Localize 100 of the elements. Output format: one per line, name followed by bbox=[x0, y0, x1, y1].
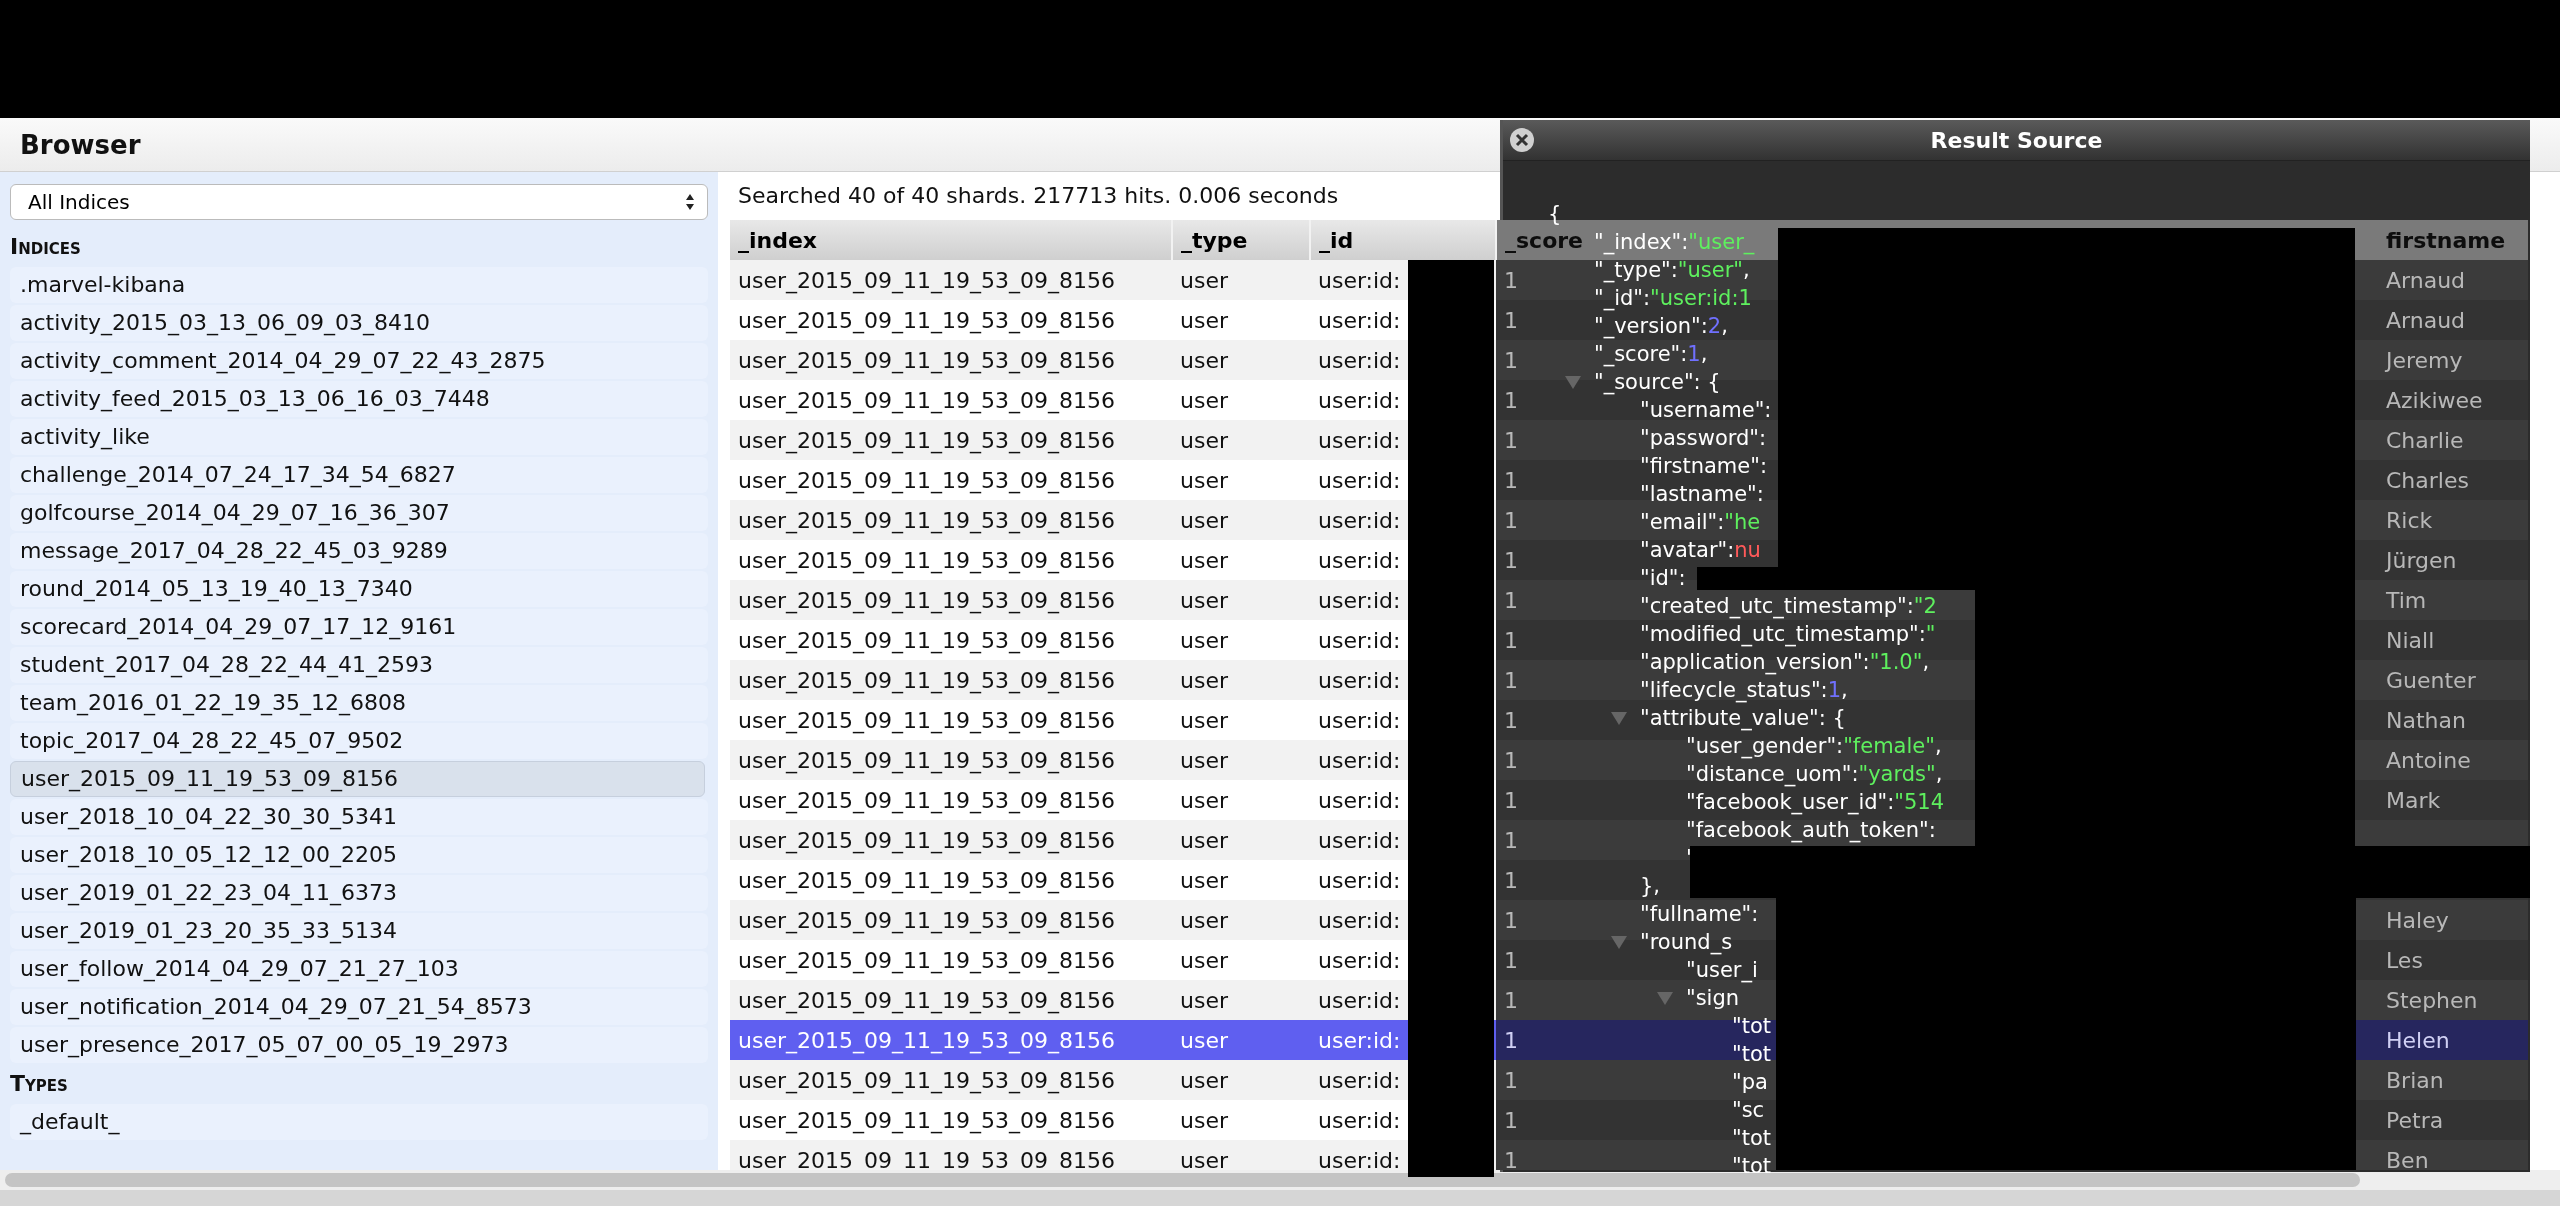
column-header[interactable]: _id bbox=[1310, 220, 1496, 260]
index-item[interactable]: user_2018_10_04_22_30_30_5341 bbox=[10, 799, 708, 835]
table-cell[interactable]: user_2015_09_11_19_53_09_8156 bbox=[730, 660, 1172, 700]
index-item[interactable]: user_2015_09_11_19_53_09_8156 bbox=[10, 761, 705, 797]
table-cell: user:id: bbox=[1310, 540, 1496, 580]
table-cell: Azikiwee bbox=[2378, 380, 2528, 420]
json-line: "distance_uom":"yards", bbox=[1686, 762, 1943, 786]
json-line: "lastname": bbox=[1640, 482, 1764, 506]
table-cell[interactable]: user_2015_09_11_19_53_09_8156 bbox=[730, 620, 1172, 660]
table-cell: Nathan bbox=[2378, 700, 2528, 740]
table-cell[interactable]: user_2015_09_11_19_53_09_8156 bbox=[730, 580, 1172, 620]
table-cell: user bbox=[1172, 620, 1310, 660]
json-line: "_id":"user:id:1 bbox=[1594, 286, 1752, 310]
table-cell[interactable]: user_2015_09_11_19_53_09_8156 bbox=[730, 860, 1172, 900]
expand-triangle-icon[interactable] bbox=[1610, 710, 1628, 726]
table-cell: Arnaud bbox=[2378, 260, 2528, 300]
table-cell: Mark bbox=[2378, 780, 2528, 820]
index-item[interactable]: round_2014_05_13_19_40_13_7340 bbox=[10, 571, 708, 607]
table-cell: 1 bbox=[1496, 1060, 1584, 1100]
index-item[interactable]: user_notification_2014_04_29_07_21_54_8573 bbox=[10, 989, 708, 1025]
table-cell[interactable]: user_2015_09_11_19_53_09_8156 bbox=[730, 1100, 1172, 1140]
json-line: "created_utc_timestamp":"2 bbox=[1640, 594, 1937, 618]
json-line: "tot bbox=[1732, 1126, 1771, 1150]
index-item[interactable]: .marvel-kibana bbox=[10, 267, 708, 303]
index-item[interactable]: team_2016_01_22_19_35_12_6808 bbox=[10, 685, 708, 721]
json-line: "user_i bbox=[1686, 958, 1758, 982]
table-cell[interactable]: user_2015_09_11_19_53_09_8156 bbox=[730, 260, 1172, 300]
index-item[interactable]: message_2017_04_28_22_45_03_9289 bbox=[10, 533, 708, 569]
table-cell: user bbox=[1172, 380, 1310, 420]
column-header[interactable]: firstname bbox=[2378, 220, 2528, 260]
index-item[interactable]: student_2017_04_28_22_44_41_2593 bbox=[10, 647, 708, 683]
table-cell: user bbox=[1172, 300, 1310, 340]
table-cell[interactable]: user_2015_09_11_19_53_09_8156 bbox=[730, 340, 1172, 380]
index-item[interactable]: scorecard_2014_04_29_07_17_12_9161 bbox=[10, 609, 708, 645]
table-cell: 1 bbox=[1496, 980, 1584, 1020]
table-cell[interactable]: user_2015_09_11_19_53_09_8156 bbox=[730, 1060, 1172, 1100]
table-cell: user bbox=[1172, 1100, 1310, 1140]
index-item[interactable]: topic_2017_04_28_22_45_07_9502 bbox=[10, 723, 708, 759]
json-line: "_type":"user", bbox=[1594, 258, 1750, 282]
index-item[interactable]: user_presence_2017_05_07_00_05_19_2973 bbox=[10, 1027, 708, 1063]
close-icon[interactable] bbox=[1509, 127, 1535, 153]
index-item[interactable]: user_2018_10_05_12_12_00_2205 bbox=[10, 837, 708, 873]
index-item[interactable]: activity_like bbox=[10, 419, 708, 455]
table-cell[interactable]: user_2015_09_11_19_53_09_8156 bbox=[730, 1020, 1172, 1060]
expand-triangle-icon[interactable] bbox=[1656, 990, 1674, 1006]
table-cell: user bbox=[1172, 980, 1310, 1020]
json-line: "application_version":"1.0", bbox=[1640, 650, 1930, 674]
table-cell[interactable]: user_2015_09_11_19_53_09_8156 bbox=[730, 900, 1172, 940]
table-cell: user bbox=[1172, 1020, 1310, 1060]
table-cell: 1 bbox=[1496, 340, 1584, 380]
table-cell[interactable]: user_2015_09_11_19_53_09_8156 bbox=[730, 300, 1172, 340]
table-cell: user:id: bbox=[1310, 780, 1496, 820]
index-item[interactable]: user_2019_01_23_20_35_33_5134 bbox=[10, 913, 708, 949]
table-cell[interactable]: user_2015_09_11_19_53_09_8156 bbox=[730, 700, 1172, 740]
json-line: "fullname": bbox=[1640, 902, 1759, 926]
table-cell[interactable]: user_2015_09_11_19_53_09_8156 bbox=[730, 820, 1172, 860]
index-item[interactable]: _default_ bbox=[10, 1104, 708, 1140]
expand-triangle-icon[interactable] bbox=[1610, 934, 1628, 950]
table-cell: 1 bbox=[1496, 580, 1584, 620]
table-cell: user bbox=[1172, 1140, 1310, 1170]
table-cell[interactable]: user_2015_09_11_19_53_09_8156 bbox=[730, 740, 1172, 780]
index-select[interactable]: All Indices bbox=[10, 184, 708, 220]
table-cell[interactable]: user_2015_09_11_19_53_09_8156 bbox=[730, 420, 1172, 460]
column-header[interactable]: _type bbox=[1172, 220, 1310, 260]
table-cell: Stephen bbox=[2378, 980, 2528, 1020]
index-item[interactable]: activity_feed_2015_03_13_06_16_03_7448 bbox=[10, 381, 708, 417]
table-cell[interactable]: user_2015_09_11_19_53_09_8156 bbox=[730, 1140, 1172, 1170]
table-cell[interactable]: user_2015_09_11_19_53_09_8156 bbox=[730, 780, 1172, 820]
table-cell: 1 bbox=[1496, 460, 1584, 500]
table-cell: 1 bbox=[1496, 940, 1584, 980]
table-cell: Rick bbox=[2378, 500, 2528, 540]
page-title: Browser bbox=[20, 129, 141, 160]
json-line: "tot bbox=[1732, 1154, 1771, 1178]
index-item[interactable]: activity_comment_2014_04_29_07_22_43_2875 bbox=[10, 343, 708, 379]
table-cell: 1 bbox=[1496, 1020, 1584, 1060]
table-cell: Guenter bbox=[2378, 660, 2528, 700]
column-header[interactable]: _index bbox=[730, 220, 1172, 260]
table-cell: Ben bbox=[2378, 1140, 2528, 1170]
table-cell: Niall bbox=[2378, 620, 2528, 660]
table-cell: user bbox=[1172, 780, 1310, 820]
index-item[interactable]: activity_2015_03_13_06_09_03_8410 bbox=[10, 305, 708, 341]
table-cell[interactable]: user_2015_09_11_19_53_09_8156 bbox=[730, 500, 1172, 540]
table-cell[interactable]: user_2015_09_11_19_53_09_8156 bbox=[730, 940, 1172, 980]
index-item[interactable]: golfcourse_2014_04_29_07_16_36_307 bbox=[10, 495, 708, 531]
table-cell: 1 bbox=[1496, 900, 1584, 940]
table-cell: user:id: bbox=[1310, 460, 1496, 500]
json-line: "attribute_value": { bbox=[1640, 706, 1846, 730]
table-cell: Tim bbox=[2378, 580, 2528, 620]
json-line: "facebook_user_id":"514 bbox=[1686, 790, 1945, 814]
table-cell: user:id: bbox=[1310, 940, 1496, 980]
table-cell[interactable]: user_2015_09_11_19_53_09_8156 bbox=[730, 380, 1172, 420]
index-item[interactable]: user_2019_01_22_23_04_11_6373 bbox=[10, 875, 708, 911]
table-cell: user bbox=[1172, 580, 1310, 620]
table-cell[interactable]: user_2015_09_11_19_53_09_8156 bbox=[730, 460, 1172, 500]
table-cell[interactable]: user_2015_09_11_19_53_09_8156 bbox=[730, 980, 1172, 1020]
table-cell: 1 bbox=[1496, 660, 1584, 700]
index-item[interactable]: challenge_2014_07_24_17_34_54_6827 bbox=[10, 457, 708, 493]
index-item[interactable]: user_follow_2014_04_29_07_21_27_103 bbox=[10, 951, 708, 987]
expand-triangle-icon[interactable] bbox=[1564, 374, 1582, 390]
table-cell[interactable]: user_2015_09_11_19_53_09_8156 bbox=[730, 540, 1172, 580]
